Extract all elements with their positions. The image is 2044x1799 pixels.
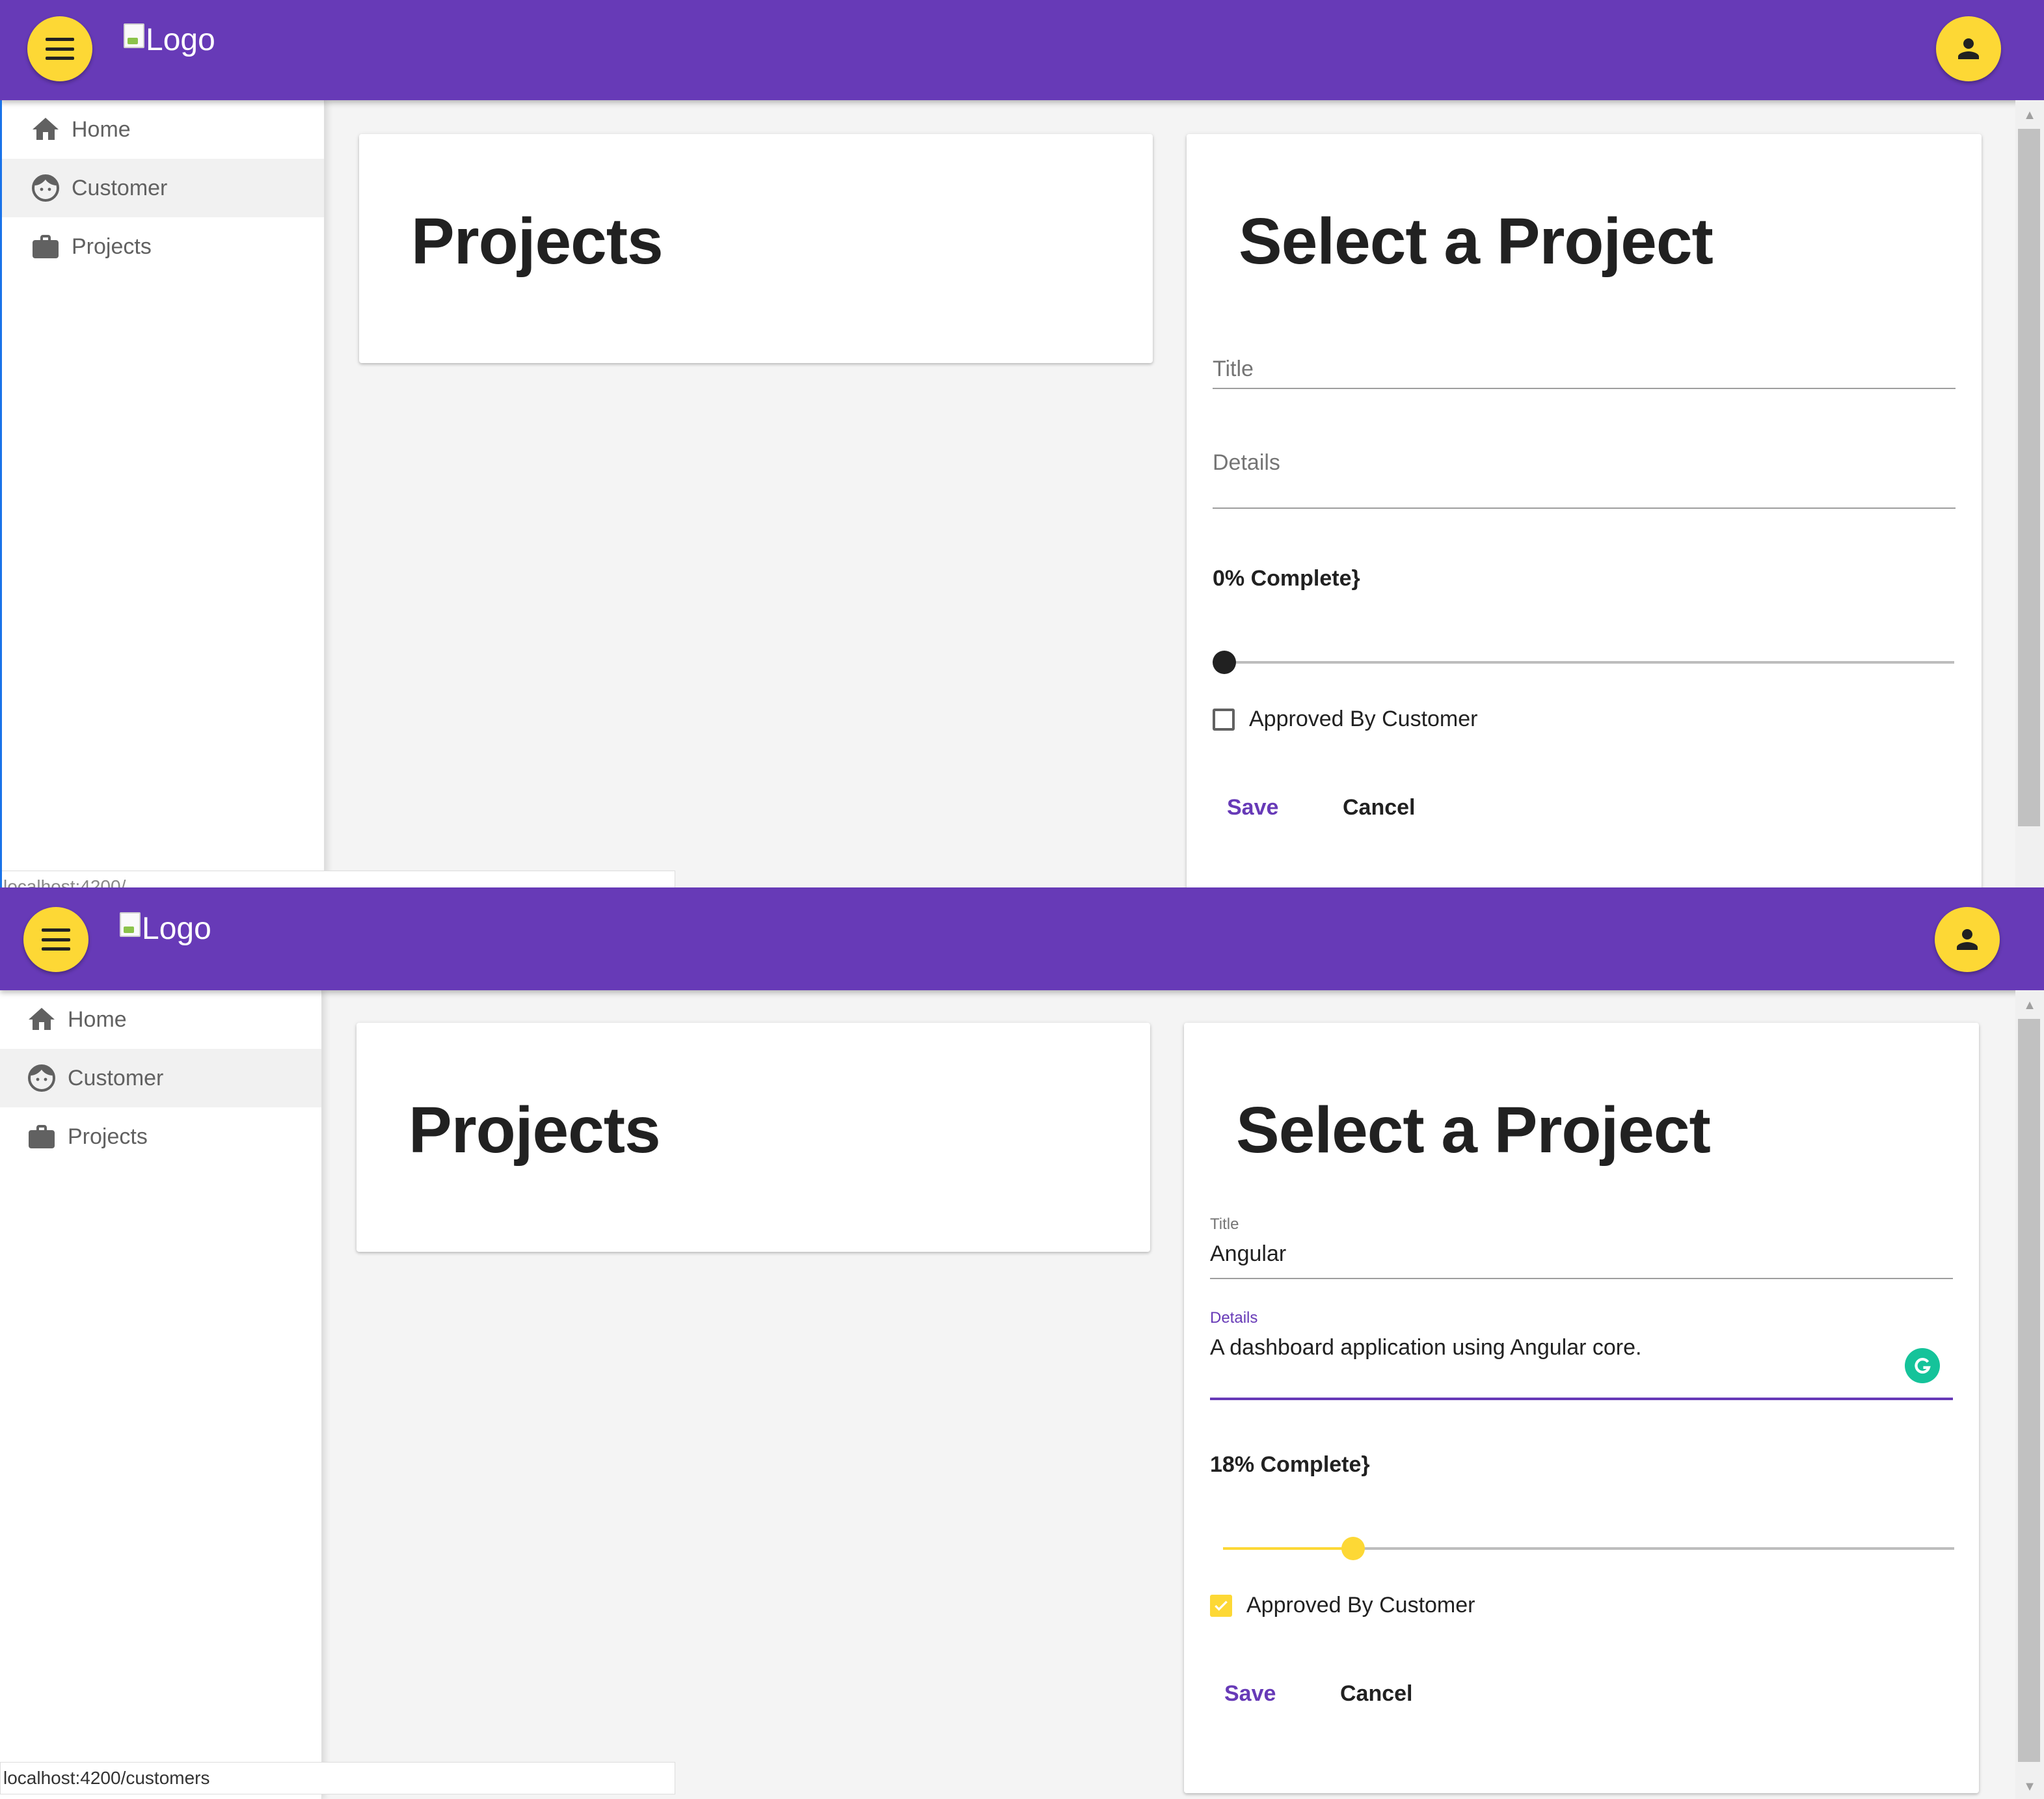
- account-button[interactable]: [1936, 16, 2001, 81]
- details-field-label: Details: [1210, 1309, 1258, 1327]
- face-icon: [30, 172, 61, 204]
- sidebar-item-label: Projects: [68, 1124, 148, 1149]
- top-toolbar: Logo: [0, 887, 2044, 990]
- title-field-label: Title: [1210, 1215, 1239, 1233]
- page-scrollbar[interactable]: ▲ ▼: [2015, 990, 2044, 1799]
- status-url: localhost:4200/customers: [3, 1768, 210, 1788]
- logo-alt-text: Logo: [146, 23, 215, 57]
- app-frame-initial: Logo Home Customer Projects Projects Sel…: [0, 0, 2044, 887]
- window-edge: [0, 100, 2, 887]
- title-field[interactable]: Title: [1213, 349, 1956, 394]
- side-nav: Home Customer Projects: [0, 100, 325, 887]
- approved-checkbox-label: Approved By Customer: [1246, 1593, 1475, 1617]
- title-field-underline: [1210, 1278, 1953, 1279]
- sidebar-item-home[interactable]: Home: [0, 990, 321, 1049]
- logo[interactable]: Logo: [124, 22, 215, 58]
- sidebar-item-projects[interactable]: Projects: [0, 1107, 321, 1166]
- progress-label: 18% Complete}: [1210, 1452, 1370, 1477]
- home-icon: [26, 1004, 57, 1035]
- scroll-up-icon[interactable]: ▲: [2015, 105, 2044, 125]
- details-field-label: Details: [1213, 450, 1280, 475]
- card-title: Select a Project: [1239, 205, 1714, 278]
- menu-icon: [46, 38, 74, 60]
- face-icon: [26, 1062, 57, 1094]
- title-field[interactable]: Title Angular: [1210, 1215, 1953, 1280]
- logo-alt-text: Logo: [142, 912, 211, 946]
- details-field-value: A dashboard application using Angular co…: [1210, 1335, 1642, 1360]
- card-title: Projects: [409, 1094, 661, 1167]
- progress-label: 0% Complete}: [1213, 566, 1360, 591]
- sidebar-item-customer[interactable]: Customer: [0, 159, 324, 217]
- details-field-underline: [1213, 507, 1956, 509]
- cancel-button[interactable]: Cancel: [1340, 1681, 1413, 1707]
- top-toolbar: Logo: [0, 0, 2044, 100]
- browser-status-bar: localhost:4200/: [0, 871, 675, 887]
- sidebar-item-label: Customer: [68, 1065, 164, 1090]
- scrollbar-thumb[interactable]: [2018, 1019, 2040, 1762]
- home-icon: [30, 114, 61, 145]
- details-field[interactable]: Details: [1213, 442, 1956, 514]
- scroll-up-icon[interactable]: ▲: [2015, 995, 2044, 1015]
- briefcase-icon: [30, 231, 61, 262]
- approved-checkbox-row[interactable]: Approved By Customer: [1210, 1593, 1475, 1618]
- page-scrollbar[interactable]: ▲: [2015, 100, 2044, 887]
- sidebar-item-label: Home: [68, 1007, 127, 1032]
- approved-checkbox[interactable]: [1210, 1594, 1232, 1617]
- scroll-down-icon[interactable]: ▼: [2015, 1777, 2044, 1796]
- sidebar-item-projects[interactable]: Projects: [0, 217, 324, 276]
- projects-card: Projects: [359, 134, 1153, 363]
- approved-checkbox-row[interactable]: Approved By Customer: [1213, 707, 1478, 732]
- browser-status-bar: localhost:4200/customers: [0, 1762, 675, 1794]
- card-title: Select a Project: [1236, 1094, 1711, 1167]
- menu-icon: [42, 928, 70, 951]
- project-detail-card: Select a Project Title Angular Details A…: [1184, 1023, 1979, 1793]
- title-field-label: Title: [1213, 357, 1254, 381]
- title-field-value: Angular: [1210, 1241, 1287, 1266]
- menu-button[interactable]: [27, 16, 92, 81]
- menu-button[interactable]: [23, 907, 88, 972]
- logo[interactable]: Logo: [120, 911, 211, 947]
- check-icon: [1215, 1600, 1228, 1611]
- details-field[interactable]: Details A dashboard application using An…: [1210, 1309, 1953, 1400]
- progress-slider-thumb[interactable]: [1341, 1537, 1365, 1560]
- person-icon: [1957, 929, 1978, 950]
- sidebar-item-customer[interactable]: Customer: [0, 1049, 321, 1107]
- save-button[interactable]: Save: [1227, 795, 1278, 820]
- title-field-underline: [1213, 388, 1956, 389]
- side-nav: Home Customer Projects: [0, 990, 322, 1799]
- details-field-underline: [1210, 1398, 1953, 1400]
- sidebar-item-label: Home: [72, 116, 131, 142]
- broken-image-icon: [124, 23, 144, 48]
- progress-slider-fill: [1223, 1547, 1353, 1550]
- approved-checkbox[interactable]: [1213, 708, 1235, 731]
- approved-checkbox-label: Approved By Customer: [1249, 707, 1478, 731]
- briefcase-icon: [26, 1121, 57, 1152]
- sidebar-item-label: Projects: [72, 234, 152, 259]
- status-url: localhost:4200/: [3, 876, 126, 887]
- progress-slider-thumb[interactable]: [1213, 651, 1236, 674]
- save-button[interactable]: Save: [1224, 1681, 1276, 1707]
- card-title: Projects: [411, 205, 664, 278]
- scrollbar-thumb[interactable]: [2018, 129, 2040, 826]
- cancel-button[interactable]: Cancel: [1343, 795, 1416, 820]
- grammarly-icon[interactable]: [1905, 1348, 1940, 1383]
- progress-slider-track[interactable]: [1223, 661, 1954, 664]
- sidebar-item-home[interactable]: Home: [0, 100, 324, 159]
- app-frame-filled: Logo Home Customer Projects Projects Sel…: [0, 887, 2044, 1799]
- account-button[interactable]: [1935, 907, 2000, 972]
- broken-image-icon: [120, 912, 141, 937]
- person-icon: [1958, 38, 1979, 59]
- projects-card: Projects: [356, 1023, 1150, 1252]
- sidebar-item-label: Customer: [72, 175, 168, 200]
- project-detail-card: Select a Project Title Details 0% Comple…: [1187, 134, 1982, 887]
